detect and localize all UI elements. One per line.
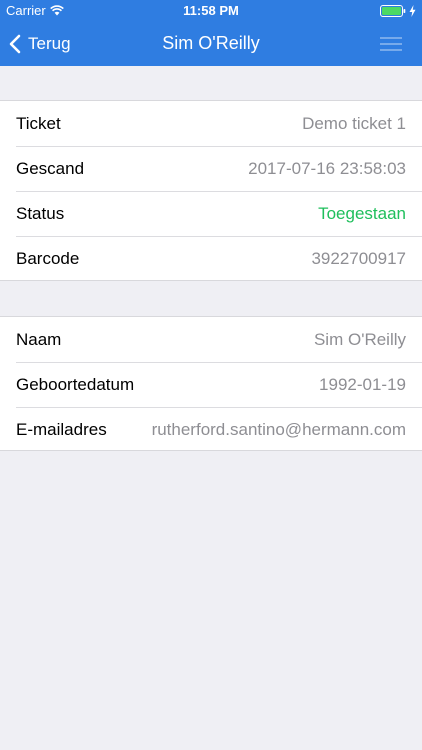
charging-bolt-icon: [409, 5, 416, 17]
name-label: Naam: [16, 329, 62, 349]
scanned-row: Gescand 2017-07-16 23:58:03: [0, 146, 422, 191]
ticket-row: Ticket Demo ticket 1: [0, 101, 422, 146]
app-header: Carrier 11:58 PM Terug Sim O'Reilly: [0, 0, 422, 66]
ticket-details-group: Ticket Demo ticket 1 Gescand 2017-07-16 …: [0, 100, 422, 281]
page-title: Sim O'Reilly: [162, 33, 260, 53]
ticket-label: Ticket: [16, 113, 61, 133]
name-row: Naam Sim O'Reilly: [0, 317, 422, 362]
status-label: Status: [16, 203, 65, 223]
status-value: Toegestaan: [318, 203, 406, 223]
barcode-value: 3922700917: [311, 248, 406, 268]
email-row: E-mailadres rutherford.santino@hermann.c…: [0, 407, 422, 452]
status-bar: Carrier 11:58 PM: [0, 0, 422, 22]
navigation-bar: Terug Sim O'Reilly: [0, 22, 422, 66]
email-label: E-mailadres: [16, 419, 107, 439]
battery-indicator: [380, 5, 416, 17]
ticket-value: Demo ticket 1: [302, 113, 406, 133]
name-value: Sim O'Reilly: [313, 329, 406, 349]
menu-icon[interactable]: [380, 36, 402, 52]
status-row: Status Toegestaan: [0, 191, 422, 236]
person-details-group: Naam Sim O'Reilly Geboortedatum 1992-01-…: [0, 316, 422, 451]
battery-icon: [380, 5, 406, 17]
email-value: rutherford.santino@hermann.com: [151, 419, 406, 439]
barcode-row: Barcode 3922700917: [0, 236, 422, 281]
birthdate-value: 1992-01-19: [319, 374, 406, 394]
status-time: 11:58 PM: [183, 3, 239, 18]
barcode-label: Barcode: [16, 248, 80, 268]
scanned-value: 2017-07-16 23:58:03: [248, 158, 406, 178]
birthdate-label: Geboortedatum: [16, 374, 135, 394]
scanned-label: Gescand: [16, 158, 85, 178]
birthdate-row: Geboortedatum 1992-01-19: [0, 362, 422, 407]
